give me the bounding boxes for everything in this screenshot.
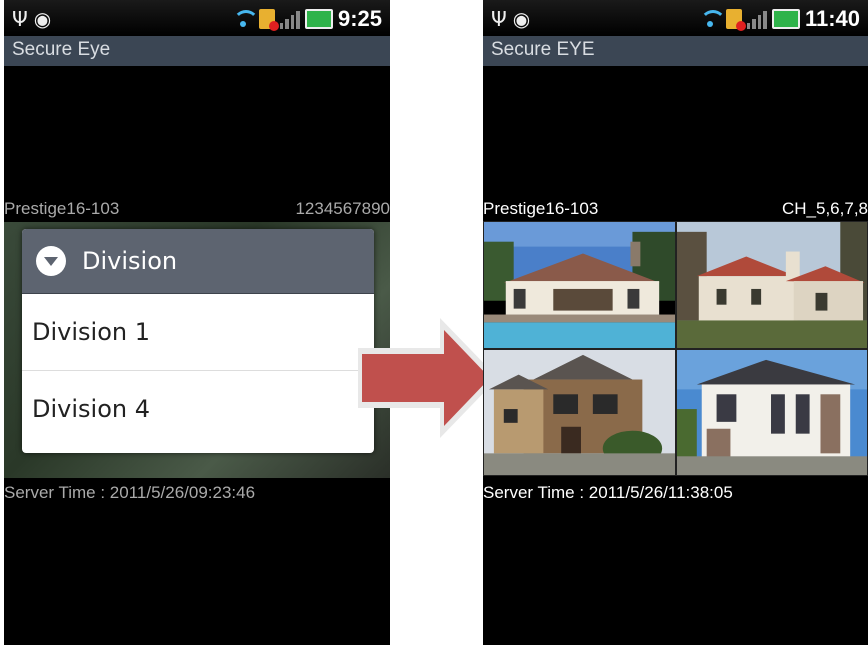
status-bar: Ψ◉ 11:40: [483, 0, 868, 36]
camera-tile-1[interactable]: [483, 221, 676, 349]
phone-screen-left: Ψ◉ 9:25 Secure Eye Prestige16-103 123456…: [4, 0, 390, 645]
server-time: Server Time : 2011/5/26/11:38:05: [483, 483, 733, 502]
division-dialog: Division Division 1 Division 4: [22, 229, 374, 453]
device-id: 1234567890: [295, 199, 390, 218]
dialog-title: Division: [82, 247, 178, 275]
app-title-bar: Secure Eye: [4, 36, 390, 66]
camera-grid: [483, 221, 868, 476]
usb-debug-icons: Ψ◉: [12, 7, 58, 31]
channel-list: CH_5,6,7,8: [782, 199, 868, 218]
sim-alert-icon: [725, 9, 746, 31]
usb-debug-icons: Ψ◉: [491, 7, 537, 31]
battery-charging-icon: [304, 9, 333, 29]
status-clock: 11:40: [804, 6, 860, 31]
device-name: Prestige16-103: [483, 199, 599, 218]
app-title-bar: Secure EYE: [483, 36, 868, 66]
status-bar: Ψ◉ 9:25: [4, 0, 390, 36]
phone-screen-right: Ψ◉ 11:40 Secure EYE Prestige16-103 CH_5,…: [483, 0, 868, 645]
camera-tile-2[interactable]: [676, 221, 868, 349]
transition-arrow-icon: [358, 318, 498, 438]
device-info-row: Prestige16-103 1234567890: [4, 199, 390, 221]
camera-tile-4[interactable]: [676, 349, 868, 476]
division-option-1[interactable]: Division 1: [22, 294, 374, 371]
app-title: Secure EYE: [491, 39, 595, 60]
server-time: Server Time : 2011/5/26/09:23:46: [4, 483, 256, 502]
wifi-icon: [699, 10, 726, 28]
sim-alert-icon: [258, 9, 279, 31]
signal-icon: [279, 9, 300, 29]
camera-tile-3[interactable]: [483, 349, 676, 476]
dropdown-circle-icon: [36, 246, 66, 276]
device-info-row: Prestige16-103 CH_5,6,7,8: [483, 199, 868, 221]
device-name: Prestige16-103: [4, 199, 120, 218]
status-clock: 9:25: [337, 6, 382, 31]
division-option-4[interactable]: Division 4: [22, 371, 374, 447]
battery-charging-icon: [771, 9, 800, 29]
signal-icon: [746, 9, 767, 29]
wifi-icon: [232, 10, 259, 28]
dialog-header: Division: [22, 229, 374, 294]
app-title: Secure Eye: [12, 39, 111, 60]
